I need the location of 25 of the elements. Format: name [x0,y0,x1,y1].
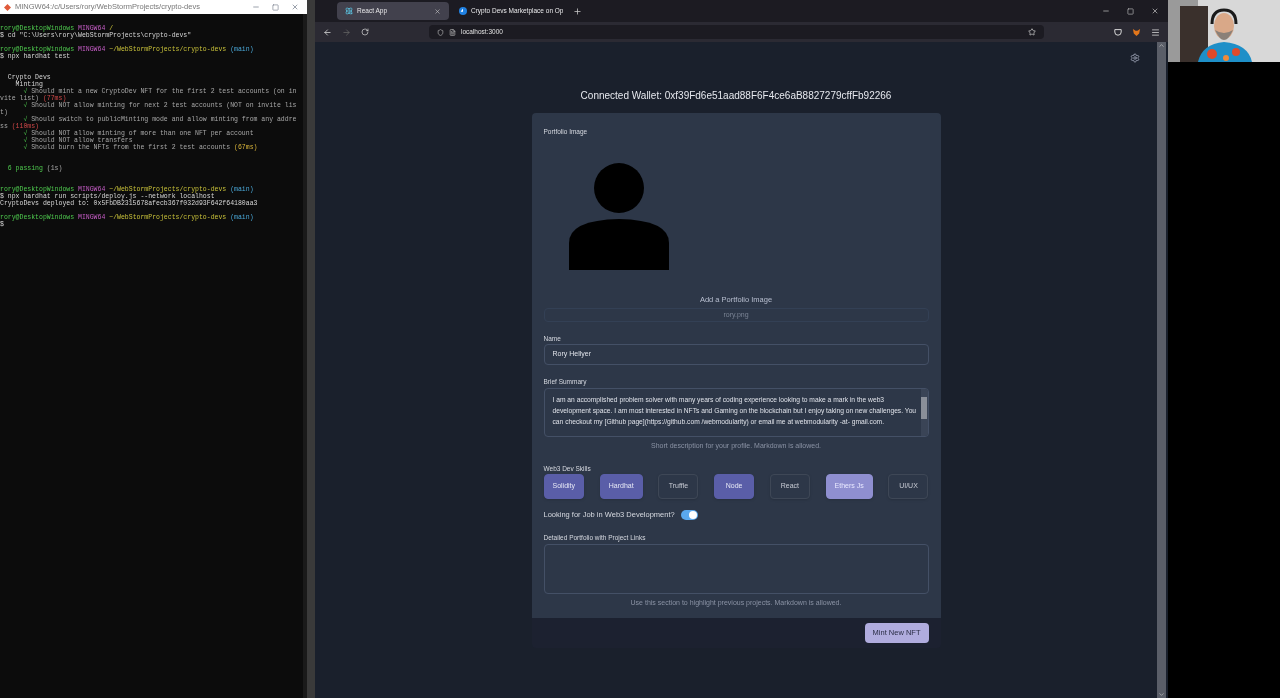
scroll-down-icon[interactable] [1158,691,1165,698]
close-icon[interactable] [291,3,299,11]
sailboat-icon [459,7,467,15]
page-icon [449,28,456,36]
reload-icon[interactable] [361,28,369,36]
pocket-icon[interactable] [1114,28,1122,36]
menu-icon[interactable] [1151,27,1160,37]
atom-icon [345,7,353,15]
summary-textarea[interactable] [543,388,929,437]
scrollbar[interactable] [303,14,307,698]
scrollbar[interactable] [920,389,928,436]
wallet-address: Connected Wallet: 0xf39Fd6e51aad88F6F4ce6aB8827279cffFb92266 [580,89,892,103]
job-toggle[interactable] [680,510,698,520]
scrollbar[interactable] [1157,42,1166,698]
maximize-icon[interactable] [272,3,279,11]
fox-icon[interactable] [1132,27,1141,37]
shield-icon [437,28,444,36]
new-tab-icon[interactable] [573,6,582,16]
person-icon [568,163,669,270]
settings-icon[interactable] [1130,53,1140,63]
diamond-icon [4,3,11,11]
minimize-icon[interactable] [1102,7,1110,15]
scroll-up-icon[interactable] [1158,42,1165,49]
bookmark-star-icon[interactable] [1028,28,1036,36]
back-icon[interactable] [323,27,332,37]
